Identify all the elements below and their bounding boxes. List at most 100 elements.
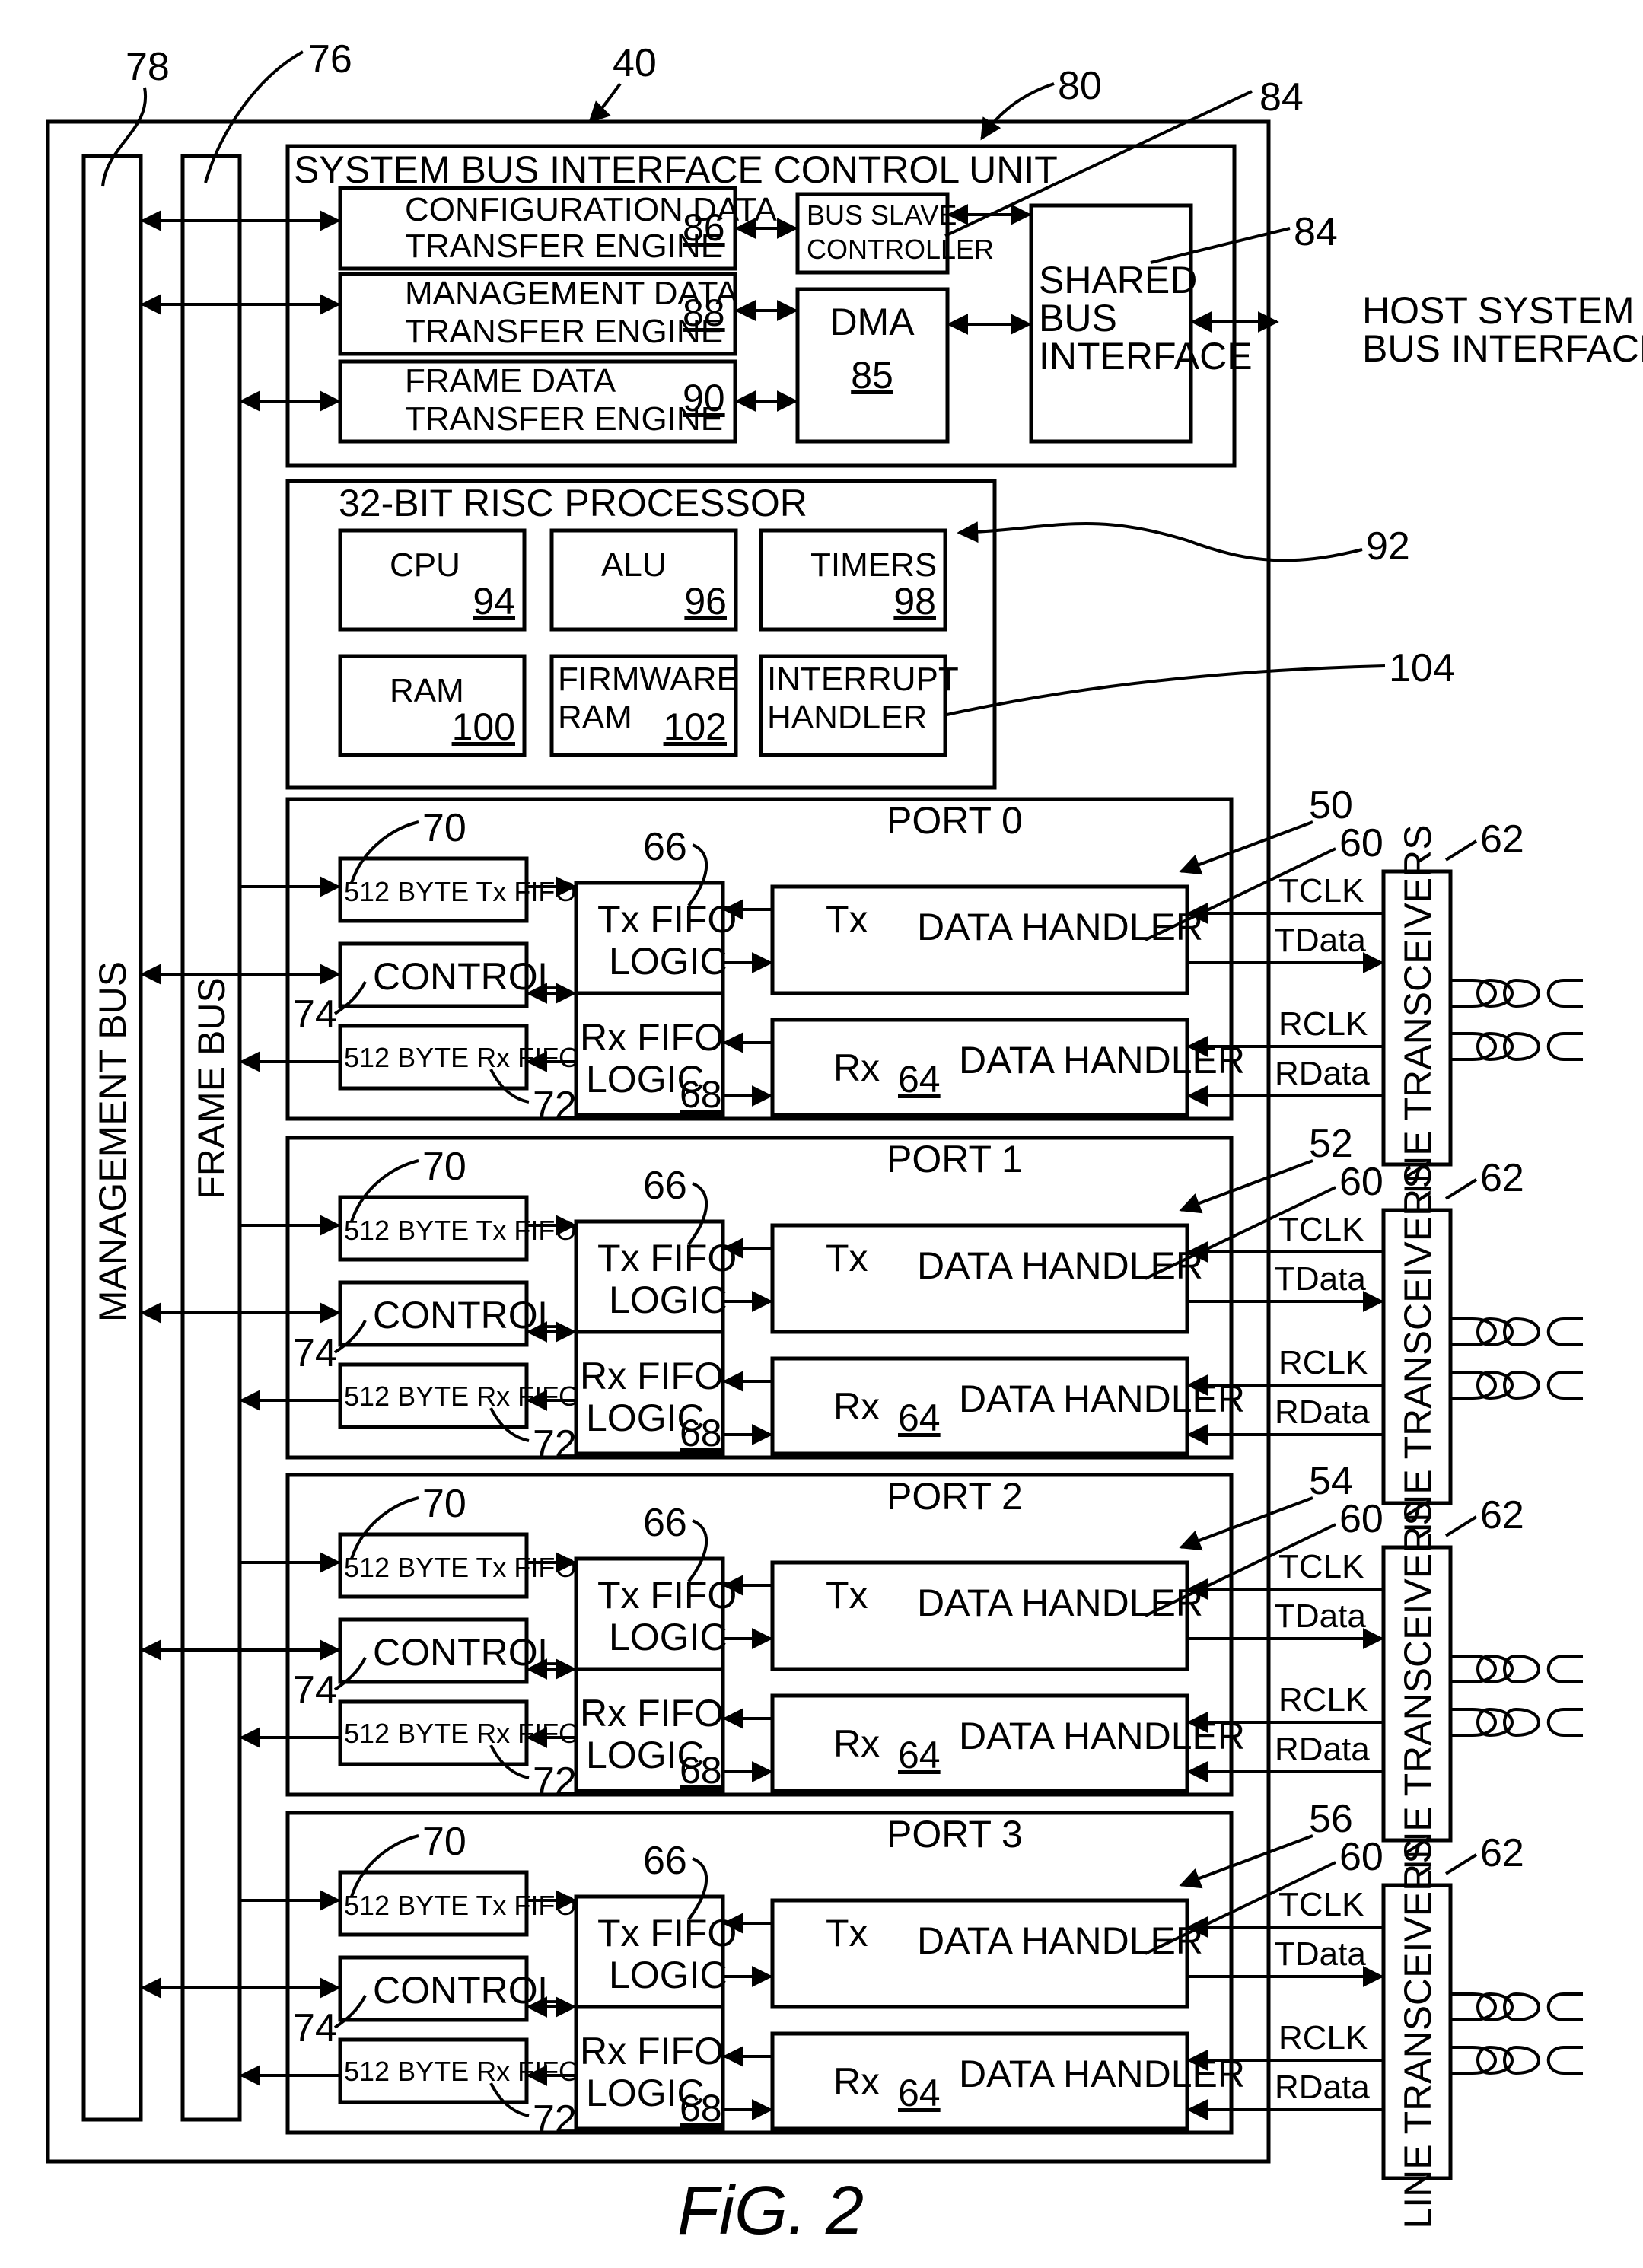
timers-block: TIMERS98 <box>759 528 947 632</box>
tx-data-handler-label: DATA HANDLER <box>917 906 1203 948</box>
engine-number: 86 <box>683 206 725 249</box>
interrupt-handler-label: INTERRUPT <box>767 661 959 698</box>
network-controller-block-diagram: 40 MANAGEMENT BUS 78 FRAME BUS 76 SYSTEM… <box>46 37 1643 2249</box>
tdata-label: TData <box>1275 1597 1366 1635</box>
firmware-ram-number: 102 <box>664 706 727 748</box>
dma-label: DMA <box>829 301 915 343</box>
frame-bus-ref: 76 <box>308 37 352 81</box>
alu-block: ALU 96 <box>549 528 738 632</box>
rx-fifo-ref: 72 <box>533 1760 577 1804</box>
tx-fifo-logic-label: Tx FIFO <box>597 1912 737 1954</box>
shared-bus-label: BUS <box>1039 297 1117 339</box>
port-title: PORT 3 <box>887 1813 1023 1855</box>
tx-data-handler-prefix: Tx <box>826 1237 868 1279</box>
rclk-label: RCLK <box>1278 1005 1368 1043</box>
frame-bus-label: FRAME BUS <box>190 977 233 1199</box>
firmware-ram-block: FIRMWARERAM 102 <box>549 654 739 757</box>
shared-bus-label: SHARED <box>1039 259 1197 301</box>
tx-fifo-logic-label: Tx FIFO <box>597 1574 737 1617</box>
cpu-number: 94 <box>473 580 515 623</box>
tx-fifo-logic-label: LOGIC <box>609 940 728 983</box>
rx-fifo-logic-label: Rx FIFO <box>580 1355 724 1397</box>
control-ref: 74 <box>293 1668 337 1712</box>
twisted-pair-icon <box>1452 1032 1583 1062</box>
frame-bus: FRAME BUS <box>180 154 242 2122</box>
control-label: CONTROL <box>373 1631 559 1674</box>
rx-fifo-ref: 72 <box>533 1422 577 1467</box>
tx-data-handler-prefix: Tx <box>826 1912 868 1954</box>
line-transceivers-ref: 62 <box>1480 1831 1524 1875</box>
engine-number: 88 <box>683 291 725 334</box>
tclk-label: TCLK <box>1278 1886 1364 1923</box>
rx-data-handler-prefix: Rx <box>833 1722 880 1765</box>
ram-block: RAM100 <box>338 654 527 757</box>
rx-fifo-logic-label: Rx FIFO <box>580 2030 724 2072</box>
rx-data-handler-prefix: Rx <box>833 1385 880 1428</box>
control-ref: 74 <box>293 992 337 1037</box>
tx-data-handler-ref: 60 <box>1339 1160 1383 1204</box>
rx-data-handler-prefix: Rx <box>833 1046 880 1089</box>
tclk-label: TCLK <box>1278 1211 1364 1248</box>
line-transceivers-ref: 62 <box>1480 817 1524 862</box>
rx-fifo-label: 512 BYTE Rx FIFO <box>344 2056 580 2087</box>
twisted-pair-icon <box>1452 1708 1583 1738</box>
figure-caption: FiG. 2 <box>677 2173 864 2249</box>
rx-fifo-label: 512 BYTE Rx FIFO <box>344 1381 580 1412</box>
port-title: PORT 0 <box>887 799 1023 842</box>
rclk-label: RCLK <box>1278 1344 1368 1381</box>
firmware-ram-label: FIRMWARE <box>558 661 739 698</box>
rx-fifo-label: 512 BYTE Rx FIFO <box>344 1718 580 1749</box>
bus-slave-ref: 84 <box>1259 75 1304 119</box>
interrupt-handler-label: HANDLER <box>767 699 927 736</box>
rx-data-handler-prefix: Rx <box>833 2060 880 2103</box>
tx-data-handler-ref: 60 <box>1339 1835 1383 1879</box>
control-label: CONTROL <box>373 955 559 998</box>
bus-slave-label: CONTROLLER <box>807 234 994 265</box>
rx-data-handler-number: 64 <box>898 2072 941 2114</box>
port-title: PORT 2 <box>887 1475 1023 1518</box>
twisted-pair-icon <box>1452 979 1583 1008</box>
dma-number: 85 <box>851 354 893 397</box>
tx-fifo-logic-ref: 66 <box>643 1164 687 1208</box>
frame-data-transfer-engine: FRAME DATA TRANSFER ENGINE 90 <box>338 359 737 444</box>
tclk-label: TCLK <box>1278 1548 1364 1585</box>
tx-fifo-logic-label: LOGIC <box>609 1616 728 1658</box>
rdata-label: RData <box>1275 1055 1370 1092</box>
line-transceivers-leader <box>1444 1853 1478 1875</box>
line-transceivers-label: LINE TRANSCEIVERS <box>1396 1163 1439 1553</box>
rx-data-handler-number: 64 <box>898 1397 941 1439</box>
engine-number: 90 <box>683 377 725 419</box>
shared-bus-ref: 84 <box>1294 210 1338 254</box>
management-bus-ref: 78 <box>126 45 170 89</box>
tx-fifo-label: 512 BYTE Tx FIFO <box>344 1890 576 1921</box>
management-data-transfer-engine: MANAGEMENT DATA TRANSFER ENGINE 88 <box>338 272 738 356</box>
tx-fifo-ref: 70 <box>422 1145 466 1189</box>
line-transceivers-ref: 62 <box>1480 1156 1524 1200</box>
engine-label: TRANSFER ENGINE <box>405 400 723 438</box>
tdata-label: TData <box>1275 922 1366 959</box>
bus-slave-label: BUS SLAVE <box>807 199 957 231</box>
line-transceivers-label: LINE TRANSCEIVERS <box>1396 824 1439 1215</box>
chip-ref: 40 <box>613 41 657 85</box>
twisted-pair-icon <box>1452 1317 1583 1347</box>
rclk-label: RCLK <box>1278 2019 1368 2056</box>
engine-label: FRAME DATA <box>405 362 616 400</box>
control-ref: 74 <box>293 1331 337 1375</box>
timers-label: TIMERS <box>810 546 937 584</box>
rx-data-handler-number: 64 <box>898 1058 941 1101</box>
tx-fifo-logic-ref: 66 <box>643 1501 687 1545</box>
rx-fifo-logic-number: 68 <box>680 1412 722 1454</box>
twisted-pair-icon <box>1452 1371 1583 1400</box>
ram-label: RAM <box>390 672 464 709</box>
rdata-label: RData <box>1275 2069 1370 2106</box>
tx-fifo-logic-label: LOGIC <box>609 1954 728 1996</box>
alu-number: 96 <box>684 580 727 623</box>
interrupt-handler-block: INTERRUPTHANDLER <box>759 654 959 757</box>
tx-fifo-logic-ref: 66 <box>643 825 687 869</box>
interrupt-handler-ref: 104 <box>1389 646 1455 690</box>
control-label: CONTROL <box>373 1969 559 2012</box>
tx-fifo-ref: 70 <box>422 1482 466 1526</box>
twisted-pair-icon <box>1452 1992 1583 2022</box>
twisted-pair-icon <box>1452 1655 1583 1684</box>
rclk-label: RCLK <box>1278 1681 1368 1719</box>
